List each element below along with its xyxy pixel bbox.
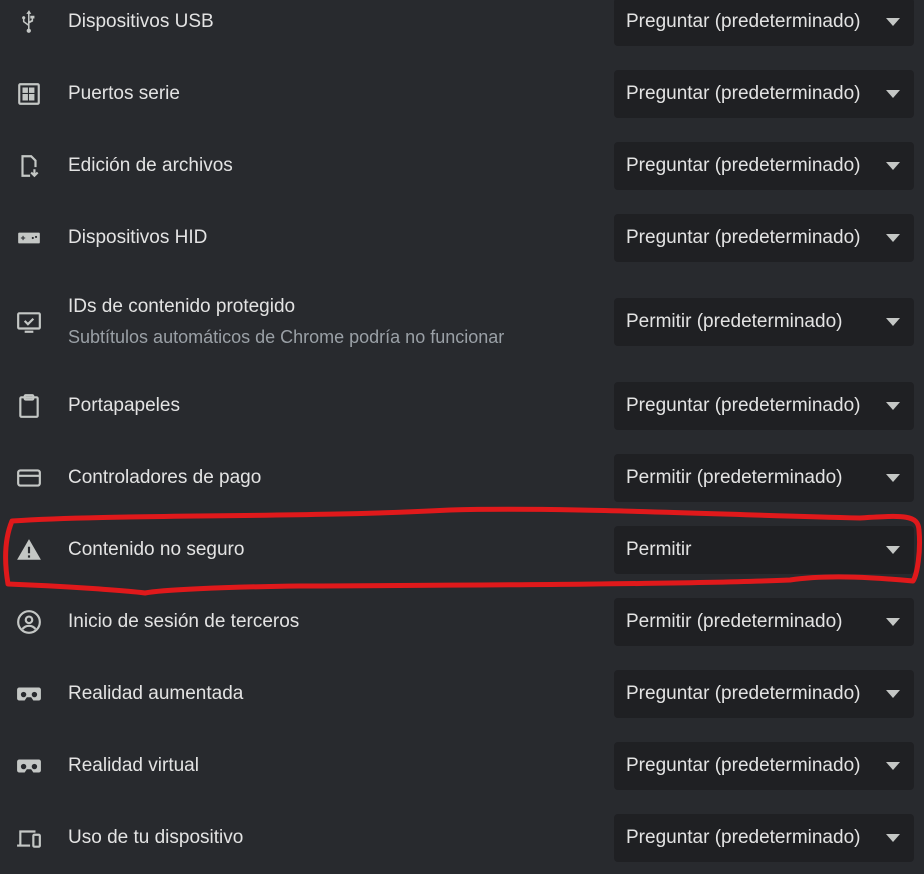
permission-select-insecure-content[interactable]: Permitir <box>614 526 914 574</box>
permission-row-protected-content: IDs de contenido protegido Subtítulos au… <box>0 274 924 370</box>
select-value: Permitir (predeterminado) <box>626 467 843 488</box>
warning-icon <box>16 537 42 563</box>
permission-label: Controladores de pago <box>68 467 262 488</box>
permission-label: Uso de tu dispositivo <box>68 827 244 848</box>
permission-title: IDs de contenido protegido <box>68 296 296 317</box>
permission-select-serial-ports[interactable]: Preguntar (predeterminado) <box>614 70 914 118</box>
dropdown-arrow-icon <box>886 618 900 626</box>
select-value: Permitir (predeterminado) <box>626 611 843 632</box>
dropdown-arrow-icon <box>886 162 900 170</box>
gamepad-icon <box>16 225 42 251</box>
permission-label: Portapapeles <box>68 395 180 416</box>
permission-select-virtual-reality[interactable]: Preguntar (predeterminado) <box>614 742 914 790</box>
permission-row-third-party-sign-in: Inicio de sesión de terceros Permitir (p… <box>0 586 924 658</box>
permission-label: Edición de archivos <box>68 155 233 176</box>
permission-row-insecure-content: Contenido no seguro Permitir <box>0 514 924 586</box>
credit-card-icon <box>16 465 42 491</box>
permission-label: Contenido no seguro <box>68 539 245 560</box>
permission-row-device-use: Uso de tu dispositivo Preguntar (predete… <box>0 802 924 874</box>
vr-headset-icon <box>16 681 42 707</box>
permission-label: Puertos serie <box>68 83 180 104</box>
permission-sublabel: Subtítulos automáticos de Chrome podría … <box>68 327 505 347</box>
dropdown-arrow-icon <box>886 690 900 698</box>
dropdown-arrow-icon <box>886 546 900 554</box>
select-value: Preguntar (predeterminado) <box>626 755 861 776</box>
dropdown-arrow-icon <box>886 474 900 482</box>
permission-select-file-editing[interactable]: Preguntar (predeterminado) <box>614 142 914 190</box>
select-value: Permitir (predeterminado) <box>626 311 843 332</box>
select-value: Preguntar (predeterminado) <box>626 227 861 248</box>
select-value: Preguntar (predeterminado) <box>626 83 861 104</box>
site-permissions-list: Dispositivos USB Preguntar (predetermina… <box>0 0 924 874</box>
dropdown-arrow-icon <box>886 90 900 98</box>
dropdown-arrow-icon <box>886 762 900 770</box>
permission-select-third-party-sign-in[interactable]: Permitir (predeterminado) <box>614 598 914 646</box>
dropdown-arrow-icon <box>886 402 900 410</box>
usb-icon <box>16 9 42 35</box>
permission-row-serial-ports: Puertos serie Preguntar (predeterminado) <box>0 58 924 130</box>
select-value: Preguntar (predeterminado) <box>626 155 861 176</box>
permission-row-clipboard: Portapapeles Preguntar (predeterminado) <box>0 370 924 442</box>
permission-label: Realidad aumentada <box>68 683 244 704</box>
file-edit-icon <box>16 153 42 179</box>
account-circle-icon <box>16 609 42 635</box>
clipboard-icon <box>16 393 42 419</box>
dropdown-arrow-icon <box>886 18 900 26</box>
select-value: Preguntar (predeterminado) <box>626 11 861 32</box>
serial-port-icon <box>16 81 42 107</box>
permission-row-usb: Dispositivos USB Preguntar (predetermina… <box>0 0 924 58</box>
dropdown-arrow-icon <box>886 834 900 842</box>
permission-label: Inicio de sesión de terceros <box>68 611 300 632</box>
permission-label: Dispositivos HID <box>68 227 208 248</box>
permission-label: IDs de contenido protegido Subtítulos au… <box>68 296 504 348</box>
select-value: Preguntar (predeterminado) <box>626 827 861 848</box>
devices-icon <box>16 825 42 851</box>
permission-row-hid: Dispositivos HID Preguntar (predetermina… <box>0 202 924 274</box>
permission-select-device-use[interactable]: Preguntar (predeterminado) <box>614 814 914 862</box>
select-value: Preguntar (predeterminado) <box>626 395 861 416</box>
permission-select-payment-handlers[interactable]: Permitir (predeterminado) <box>614 454 914 502</box>
permission-select-clipboard[interactable]: Preguntar (predeterminado) <box>614 382 914 430</box>
permission-row-file-editing: Edición de archivos Preguntar (predeterm… <box>0 130 924 202</box>
permission-label: Dispositivos USB <box>68 11 214 32</box>
dropdown-arrow-icon <box>886 234 900 242</box>
permission-select-augmented-reality[interactable]: Preguntar (predeterminado) <box>614 670 914 718</box>
dropdown-arrow-icon <box>886 318 900 326</box>
permission-select-protected-content[interactable]: Permitir (predeterminado) <box>614 298 914 346</box>
permission-label: Realidad virtual <box>68 755 199 776</box>
permission-row-augmented-reality: Realidad aumentada Preguntar (predetermi… <box>0 658 924 730</box>
vr-headset-icon <box>16 753 42 779</box>
permission-row-payment-handlers: Controladores de pago Permitir (predeter… <box>0 442 924 514</box>
monitor-check-icon <box>16 309 42 335</box>
permission-select-hid[interactable]: Preguntar (predeterminado) <box>614 214 914 262</box>
select-value: Permitir <box>626 539 692 560</box>
permission-select-usb[interactable]: Preguntar (predeterminado) <box>614 0 914 46</box>
select-value: Preguntar (predeterminado) <box>626 683 861 704</box>
permission-row-virtual-reality: Realidad virtual Preguntar (predetermina… <box>0 730 924 802</box>
